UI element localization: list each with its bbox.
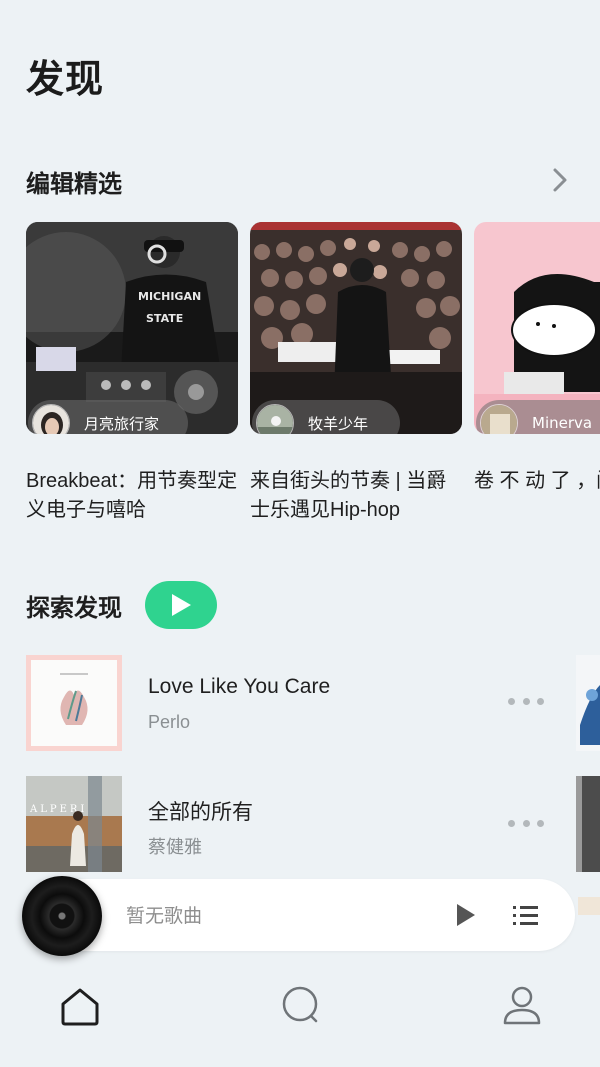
playlist-caption: 来自街头的节奏 | 当爵士乐遇见Hip-hop [250,470,447,521]
vinyl-record-icon[interactable] [22,876,102,956]
more-options-icon[interactable] [508,820,544,830]
curator-avatar [480,404,518,434]
playlist-card[interactable]: MICHIGAN STATE 月亮旅行家 Breakbeat：用节奏型定义电子与… [26,222,238,525]
bottom-tab-bar [0,960,600,1067]
editor-picks-carousel[interactable]: MICHIGAN STATE 月亮旅行家 Breakbeat：用节奏型定义电子与… [26,222,600,532]
song-row[interactable]: ALPERI 全部的所有 蔡健雅 [0,776,600,874]
playlist-cover-image: 牧羊少年 [250,222,462,434]
svg-text:STATE: STATE [146,312,183,325]
curator-avatar [256,404,294,434]
more-options-icon[interactable] [508,698,544,708]
play-all-button[interactable] [145,581,217,629]
explore-title: 探索发现 [26,594,122,622]
playlist-caption: Breakbeat：用节奏型定义电子与嘻哈 [26,470,238,521]
song-title: Love Like You Care [148,675,331,698]
search-icon[interactable] [280,984,324,1028]
playlist-card[interactable]: Minerva 卷 不 动 了 ，闲 置 [474,222,600,496]
song-artist: 蔡健雅 [148,837,202,857]
profile-icon[interactable] [500,984,544,1028]
next-song-cover-peek [578,897,600,915]
playlist-cover-image: MICHIGAN STATE 月亮旅行家 [26,222,238,434]
curator-avatar [32,404,70,434]
song-artist: Perlo [148,712,191,732]
svg-text:MICHIGAN: MICHIGAN [138,290,201,303]
curator-badge: 月亮旅行家 [28,400,188,434]
now-playing-text: 暂无歌曲 [126,905,203,927]
play-icon [172,594,191,616]
playlist-card[interactable]: 牧羊少年 来自街头的节奏 | 当爵士乐遇见Hip-hop [250,222,462,525]
playlist-icon[interactable] [512,903,540,927]
mini-player[interactable]: 暂无歌曲 [30,879,575,951]
curator-name: Minerva [532,414,593,432]
editor-picks-title: 编辑精选 [26,170,122,198]
next-song-cover-peek [576,776,600,872]
song-row[interactable]: Love Like You Care Perlo [0,655,600,753]
playlist-caption: 卷 不 动 了 ，闲 置 [474,470,600,492]
song-title: 全部的所有 [148,801,253,824]
curator-badge: Minerva [476,400,600,434]
chevron-right-icon[interactable] [548,166,572,194]
song-cover: ALPERI [26,776,122,872]
curator-name: 牧羊少年 [308,414,369,433]
song-cover [26,655,122,751]
next-song-cover-peek [576,655,600,751]
curator-name: 月亮旅行家 [84,414,160,433]
playlist-cover-image: Minerva [474,222,600,434]
play-icon[interactable] [454,902,478,928]
home-icon[interactable] [58,984,102,1028]
page-title: 发现 [26,57,105,101]
curator-badge: 牧羊少年 [252,400,400,434]
